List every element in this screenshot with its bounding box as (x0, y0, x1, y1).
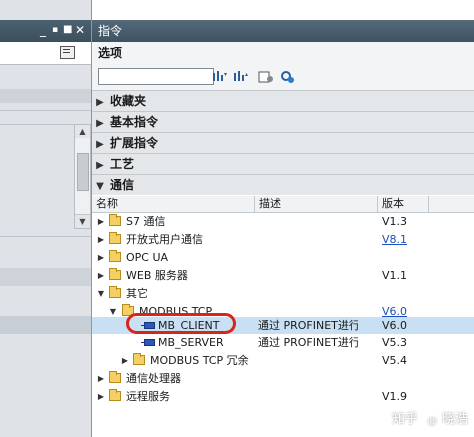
scroll-down-icon[interactable]: ▼ (75, 214, 90, 228)
chevron-down-icon[interactable]: ▼ (92, 177, 108, 197)
chevron-right-icon[interactable]: ▶ (96, 370, 106, 387)
tree-item-communication-processor[interactable]: ▶ 通信处理器 (92, 370, 474, 387)
tree-item-modbus-tcp-redundant[interactable]: ▶ MODBUS TCP 冗余 V5.4 (92, 352, 474, 369)
chevron-right-icon[interactable]: ▶ (120, 352, 130, 369)
divider (0, 110, 91, 111)
minimize-icon[interactable]: _ (40, 22, 46, 38)
column-name[interactable]: 名称 (92, 196, 254, 212)
folder-open-icon (109, 286, 121, 298)
tree-item-mb-server[interactable]: MB_SERVER 通过 PROFINET进行... V5.3 (92, 334, 474, 351)
folder-icon (109, 371, 121, 383)
folder-icon (109, 250, 121, 262)
float-icon[interactable]: ▪ (52, 22, 58, 38)
tree-item-s7-communication[interactable]: ▶ S7 通信 V1.3 (92, 213, 474, 230)
find-up-icon[interactable] (233, 70, 249, 84)
close-icon[interactable]: ✕ (75, 22, 85, 38)
folder-icon (109, 232, 121, 244)
section-communication[interactable]: ▼ 通信 (92, 174, 474, 195)
tree-item-web-server[interactable]: ▶ WEB 服务器 V1.1 (92, 267, 474, 284)
left-band (0, 89, 91, 103)
maximize-icon[interactable]: ■ (63, 22, 72, 38)
chevron-right-icon[interactable]: ▶ (96, 213, 106, 230)
divider (0, 236, 91, 237)
chevron-right-icon[interactable]: ▶ (96, 231, 106, 248)
chevron-down-icon[interactable]: ▼ (96, 285, 106, 302)
column-header: 名称 描述 版本 (92, 196, 474, 213)
update-icon[interactable] (280, 70, 296, 84)
folder-icon (109, 214, 121, 226)
chevron-right-icon[interactable]: ▶ (92, 135, 108, 155)
section-extended-instructions[interactable]: ▶ 扩展指令 (92, 132, 474, 153)
chevron-right-icon[interactable]: ▶ (96, 249, 106, 266)
chevron-right-icon[interactable]: ▶ (96, 388, 106, 405)
tree-item-others[interactable]: ▼ 其它 (92, 285, 474, 302)
search-toolbar (92, 64, 474, 90)
search-input[interactable] (98, 68, 214, 85)
section-basic-instructions[interactable]: ▶ 基本指令 (92, 111, 474, 132)
options-header[interactable]: 选项 (92, 42, 474, 64)
folder-icon (109, 389, 121, 401)
options-icon[interactable] (258, 70, 274, 84)
task-card-title: 指令 (92, 20, 474, 42)
section-favorites[interactable]: ▶ 收藏夹 (92, 90, 474, 111)
version-link[interactable]: V8.1 (382, 231, 407, 248)
list-view-icon[interactable] (60, 46, 75, 59)
tree-item-opc-ua[interactable]: ▶ OPC UA (92, 249, 474, 266)
function-block-icon (141, 339, 155, 346)
chevron-right-icon[interactable]: ▶ (92, 114, 108, 134)
left-panel-toolbar (0, 42, 91, 65)
find-down-icon[interactable] (212, 70, 228, 84)
folder-icon (133, 353, 145, 365)
column-divider[interactable] (428, 196, 429, 212)
scroll-up-icon[interactable]: ▲ (75, 125, 90, 138)
section-technology[interactable]: ▶ 工艺 (92, 153, 474, 174)
instructions-task-card: 指令 选项 ▶ 收藏夹 ▶ 基本指令 ▶ 扩展指令 ▶ 工艺 ▼ 通信 名称 描述 版本 (91, 0, 474, 437)
tree-item-open-user-communication[interactable]: ▶ 开放式用户通信 V8.1 (92, 231, 474, 248)
folder-icon (109, 268, 121, 280)
left-panel: _ ▪ ■ ✕ ▲ ▼ (0, 0, 91, 437)
red-highlight-annotation (126, 313, 236, 334)
tree-item-remote-service[interactable]: ▶ 远程服务 V1.9 (92, 388, 474, 405)
watermark: 知乎 @ 晓浩 (392, 408, 468, 430)
left-scrollbar[interactable]: ▲ ▼ (74, 124, 91, 229)
left-panel-titlebar: _ ▪ ■ ✕ (0, 20, 91, 42)
column-description[interactable]: 描述 (255, 196, 377, 212)
scroll-thumb[interactable] (77, 153, 89, 191)
left-band (0, 268, 91, 286)
chevron-right-icon[interactable]: ▶ (92, 93, 108, 113)
left-band (0, 316, 91, 334)
chevron-right-icon[interactable]: ▶ (92, 156, 108, 176)
chevron-right-icon[interactable]: ▶ (96, 267, 106, 284)
column-version[interactable]: 版本 (378, 196, 428, 212)
